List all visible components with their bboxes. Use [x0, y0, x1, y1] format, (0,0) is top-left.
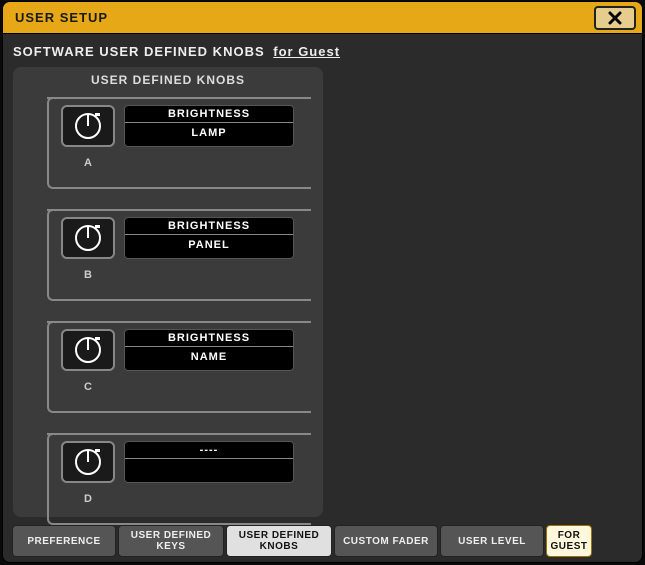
tab-user-level[interactable]: USER LEVEL [440, 525, 544, 557]
knob-a-line2: LAMP [125, 123, 293, 146]
knob-row-d: D ---- [25, 431, 311, 531]
knob-d-display[interactable]: ---- [124, 441, 294, 483]
close-icon [607, 10, 623, 26]
knobs-panel: USER DEFINED KNOBS A BRIGHTNESS LAMP [13, 67, 323, 517]
titlebar: USER SETUP [3, 2, 642, 34]
tab-preference[interactable]: PREFERENCE [12, 525, 116, 557]
knob-c-line1: BRIGHTNESS [125, 330, 293, 346]
knob-c-button[interactable] [61, 329, 115, 371]
knob-icon [73, 335, 103, 365]
knob-icon [73, 223, 103, 253]
knob-a-display[interactable]: BRIGHTNESS LAMP [124, 105, 294, 147]
tab-user-defined-keys[interactable]: USER DEFINED KEYS [118, 525, 224, 557]
knob-d-line1: ---- [125, 442, 293, 458]
knob-b-line2: PANEL [125, 235, 293, 258]
knob-a-button[interactable] [61, 105, 115, 147]
knob-b-line1: BRIGHTNESS [125, 218, 293, 234]
knob-icon [73, 111, 103, 141]
knob-c-display[interactable]: BRIGHTNESS NAME [124, 329, 294, 371]
knob-row-c: C BRIGHTNESS NAME [25, 319, 311, 419]
knob-b-letter: B [61, 269, 115, 281]
knob-c-line2: NAME [125, 347, 293, 370]
knob-b-button[interactable] [61, 217, 115, 259]
tab-bar: PREFERENCE USER DEFINED KEYS USER DEFINE… [12, 525, 639, 557]
knob-a-letter: A [61, 157, 115, 169]
subtitle-main: SOFTWARE USER DEFINED KNOBS [13, 44, 265, 59]
page-subtitle: SOFTWARE USER DEFINED KNOBS for Guest [3, 34, 642, 67]
close-button[interactable] [594, 6, 636, 30]
tab-custom-fader[interactable]: CUSTOM FADER [334, 525, 438, 557]
knob-row-b: B BRIGHTNESS PANEL [25, 207, 311, 307]
knob-icon [73, 447, 103, 477]
tab-for-guest[interactable]: FOR GUEST [546, 525, 592, 557]
subtitle-suffix[interactable]: for Guest [273, 44, 340, 59]
knob-d-letter: D [61, 493, 115, 505]
knob-row-a: A BRIGHTNESS LAMP [25, 95, 311, 195]
window-title: USER SETUP [15, 10, 108, 25]
user-setup-window: USER SETUP SOFTWARE USER DEFINED KNOBS f… [2, 1, 643, 563]
knob-b-display[interactable]: BRIGHTNESS PANEL [124, 217, 294, 259]
tab-user-defined-knobs[interactable]: USER DEFINED KNOBS [226, 525, 332, 557]
panel-title: USER DEFINED KNOBS [25, 73, 311, 87]
knob-d-line2 [125, 459, 293, 482]
knob-c-letter: C [61, 381, 115, 393]
knob-d-button[interactable] [61, 441, 115, 483]
knob-a-line1: BRIGHTNESS [125, 106, 293, 122]
